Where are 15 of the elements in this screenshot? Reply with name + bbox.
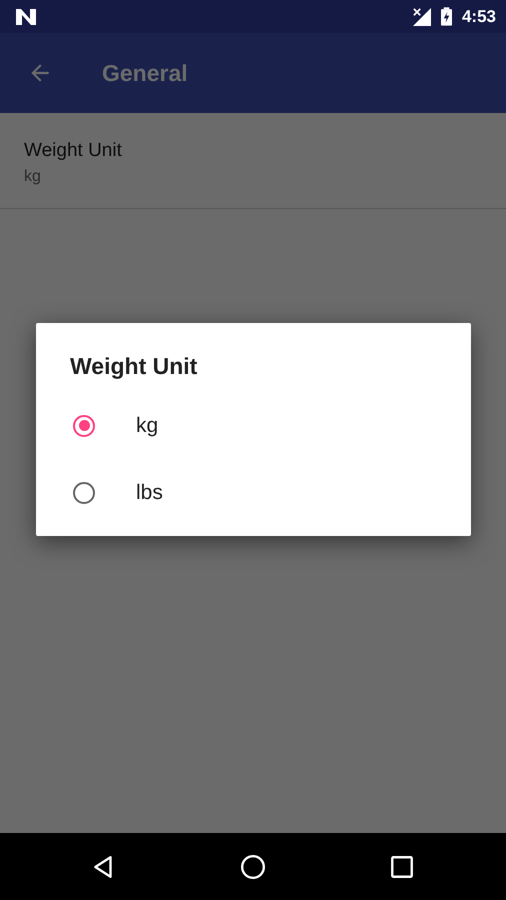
notification-icon bbox=[16, 8, 36, 24]
radio-button[interactable] bbox=[73, 482, 95, 504]
dialog-title: Weight Unit bbox=[70, 353, 198, 380]
home-icon[interactable] bbox=[240, 854, 266, 880]
status-time: 4:53 bbox=[462, 6, 496, 26]
option-label[interactable]: kg bbox=[136, 414, 158, 438]
preference-summary: kg bbox=[24, 168, 42, 186]
radio-button[interactable] bbox=[73, 414, 95, 436]
preference-item[interactable]: Weight Unit kg bbox=[0, 113, 506, 209]
battery-charging-icon bbox=[440, 7, 452, 26]
option-label[interactable]: lbs bbox=[136, 480, 163, 504]
preference-title: Weight Unit bbox=[24, 140, 123, 162]
app-bar-title: General bbox=[102, 60, 188, 86]
overview-icon[interactable] bbox=[388, 854, 415, 880]
signal-icon bbox=[412, 8, 431, 26]
